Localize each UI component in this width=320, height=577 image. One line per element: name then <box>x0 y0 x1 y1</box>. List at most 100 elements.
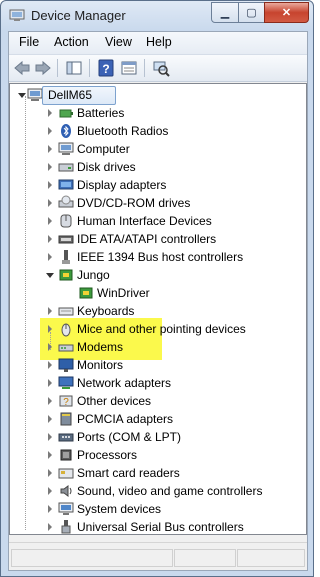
expand-arrow-icon[interactable] <box>48 235 52 243</box>
show-hide-console-tree-icon[interactable] <box>65 59 83 77</box>
menu-help[interactable]: Help <box>146 35 172 49</box>
expand-arrow-icon[interactable] <box>48 379 52 387</box>
tree-item-label: PCMCIA adapters <box>77 412 174 426</box>
expand-arrow-icon[interactable] <box>48 397 52 405</box>
minimize-button[interactable]: ▁ <box>211 2 239 23</box>
expand-arrow-icon[interactable] <box>48 163 52 171</box>
tree-item-jungo[interactable]: Jungo <box>10 266 300 284</box>
device-tree[interactable]: DellM65 Batteries Bluetooth Radios Compute… <box>9 83 307 535</box>
tree-item-ports-com-lpt[interactable]: Ports (COM & LPT) <box>10 428 300 446</box>
tree-item-display-adapters[interactable]: Display adapters <box>10 176 300 194</box>
disk-drive-icon <box>58 163 74 172</box>
tree-item-pcmcia-adapters[interactable]: PCMCIA adapters <box>10 410 300 428</box>
tree-root[interactable]: DellM65 <box>10 86 300 105</box>
tree-item-keyboards[interactable]: Keyboards <box>10 302 300 320</box>
tree-item-ide-ata-atapi-controllers[interactable]: IDE ATA/ATAPI controllers <box>10 230 300 248</box>
tree-item-label: WinDriver <box>97 286 150 300</box>
tree-item-label: Smart card readers <box>77 466 180 480</box>
close-icon: ✕ <box>281 7 292 19</box>
tree-item-label: Mice and other pointing devices <box>77 322 246 336</box>
tree-item-label: Human Interface Devices <box>77 214 212 228</box>
firewire-icon <box>62 250 70 264</box>
tree-item-smart-card-readers[interactable]: Smart card readers <box>10 464 300 482</box>
tree-root-label: DellM65 <box>48 88 93 102</box>
maximize-icon: ▢ <box>246 7 257 19</box>
tree-item-network-adapters[interactable]: Network adapters <box>10 374 300 392</box>
tree-item-label: Processors <box>77 448 138 462</box>
expand-arrow-icon[interactable] <box>48 505 52 513</box>
expand-arrow-icon[interactable] <box>48 253 52 261</box>
expand-arrow-icon[interactable] <box>48 145 52 153</box>
expand-arrow-icon[interactable] <box>48 307 52 315</box>
tree-item-label: IEEE 1394 Bus host controllers <box>77 250 244 264</box>
expand-arrow-icon[interactable] <box>48 127 52 135</box>
menu-file[interactable]: File <box>19 35 39 49</box>
tree-item-batteries[interactable]: Batteries <box>10 104 300 122</box>
tree-item-system-devices[interactable]: System devices <box>10 500 300 518</box>
expand-arrow-icon[interactable] <box>48 451 52 459</box>
tree-item-bluetooth-radios[interactable]: Bluetooth Radios <box>10 122 300 140</box>
expand-arrow-icon[interactable] <box>48 487 52 495</box>
expand-arrow-icon[interactable] <box>48 523 52 531</box>
close-button[interactable]: ✕ <box>264 2 309 23</box>
keyboard-icon <box>58 307 74 316</box>
tree-item-label: Modems <box>77 340 124 354</box>
processor-icon <box>60 449 72 461</box>
collapse-arrow-icon[interactable] <box>46 273 54 278</box>
expand-arrow-icon[interactable] <box>48 415 52 423</box>
scan-hardware-changes-icon[interactable] <box>152 59 170 77</box>
window-title: Device Manager <box>31 8 126 23</box>
properties-icon[interactable] <box>120 59 138 77</box>
expand-arrow-icon[interactable] <box>48 325 52 333</box>
tree-item-other-devices[interactable]: ? Other devices <box>10 392 300 410</box>
menu-bar: File Action View Help <box>9 32 307 55</box>
tree-item-mice-and-other-pointing-devices[interactable]: Mice and other pointing devices <box>10 320 300 338</box>
svg-text:?: ? <box>63 397 69 408</box>
tree-item-label: Other devices <box>77 394 152 408</box>
sound-icon <box>60 485 72 497</box>
windriver-icon <box>79 287 93 299</box>
menu-action[interactable]: Action <box>54 35 89 49</box>
tree-item-label: IDE ATA/ATAPI controllers <box>77 232 217 246</box>
smart-card-icon <box>58 468 74 479</box>
maximize-button[interactable]: ▢ <box>238 2 265 23</box>
help-icon[interactable]: ? <box>97 59 115 77</box>
tree-item-monitors[interactable]: Monitors <box>10 356 300 374</box>
back-icon[interactable] <box>13 59 31 77</box>
forward-icon[interactable] <box>34 59 52 77</box>
expand-arrow-icon[interactable] <box>48 343 52 351</box>
toolbar: ? <box>9 55 307 82</box>
expand-arrow-icon[interactable] <box>48 469 52 477</box>
menu-view[interactable]: View <box>105 35 132 49</box>
toolbar-separator <box>89 59 90 77</box>
tree-item-label: Computer <box>77 142 130 156</box>
monitor-icon <box>58 358 74 372</box>
status-pane <box>11 549 173 567</box>
tree-item-label: System devices <box>77 502 162 516</box>
expand-arrow-icon[interactable] <box>48 199 52 207</box>
tree-item-dvd-cd-rom-drives[interactable]: DVD/CD-ROM drives <box>10 194 300 212</box>
usb-icon <box>61 520 71 534</box>
mouse-icon <box>61 323 71 337</box>
expand-arrow-icon[interactable] <box>48 217 52 225</box>
jungo-icon <box>59 269 73 281</box>
tree-item-human-interface-devices[interactable]: Human Interface Devices <box>10 212 300 230</box>
expand-arrow-icon[interactable] <box>48 109 52 117</box>
pcmcia-icon <box>60 412 72 426</box>
collapse-arrow-icon[interactable] <box>18 93 26 98</box>
tree-item-label: Keyboards <box>77 304 135 318</box>
expand-arrow-icon[interactable] <box>48 433 52 441</box>
tree-item-processors[interactable]: Processors <box>10 446 300 464</box>
modem-icon <box>58 344 74 352</box>
title-bar[interactable]: Device Manager ▁ ▢ ✕ <box>1 1 313 31</box>
tree-item-sound-video-and-game-controllers[interactable]: Sound, video and game controllers <box>10 482 300 500</box>
tree-item-windriver[interactable]: WinDriver <box>10 284 300 302</box>
tree-item-universal-serial-bus-controllers[interactable]: Universal Serial Bus controllers <box>10 518 300 536</box>
client-area: File Action View Help ? DellM65 Batterie… <box>8 31 308 571</box>
tree-item-ieee-1394-bus-host-controllers[interactable]: IEEE 1394 Bus host controllers <box>10 248 300 266</box>
expand-arrow-icon[interactable] <box>48 181 52 189</box>
expand-arrow-icon[interactable] <box>48 361 52 369</box>
tree-item-modems[interactable]: Modems <box>10 338 300 356</box>
tree-item-computer[interactable]: Computer <box>10 140 300 158</box>
tree-item-disk-drives[interactable]: Disk drives <box>10 158 300 176</box>
